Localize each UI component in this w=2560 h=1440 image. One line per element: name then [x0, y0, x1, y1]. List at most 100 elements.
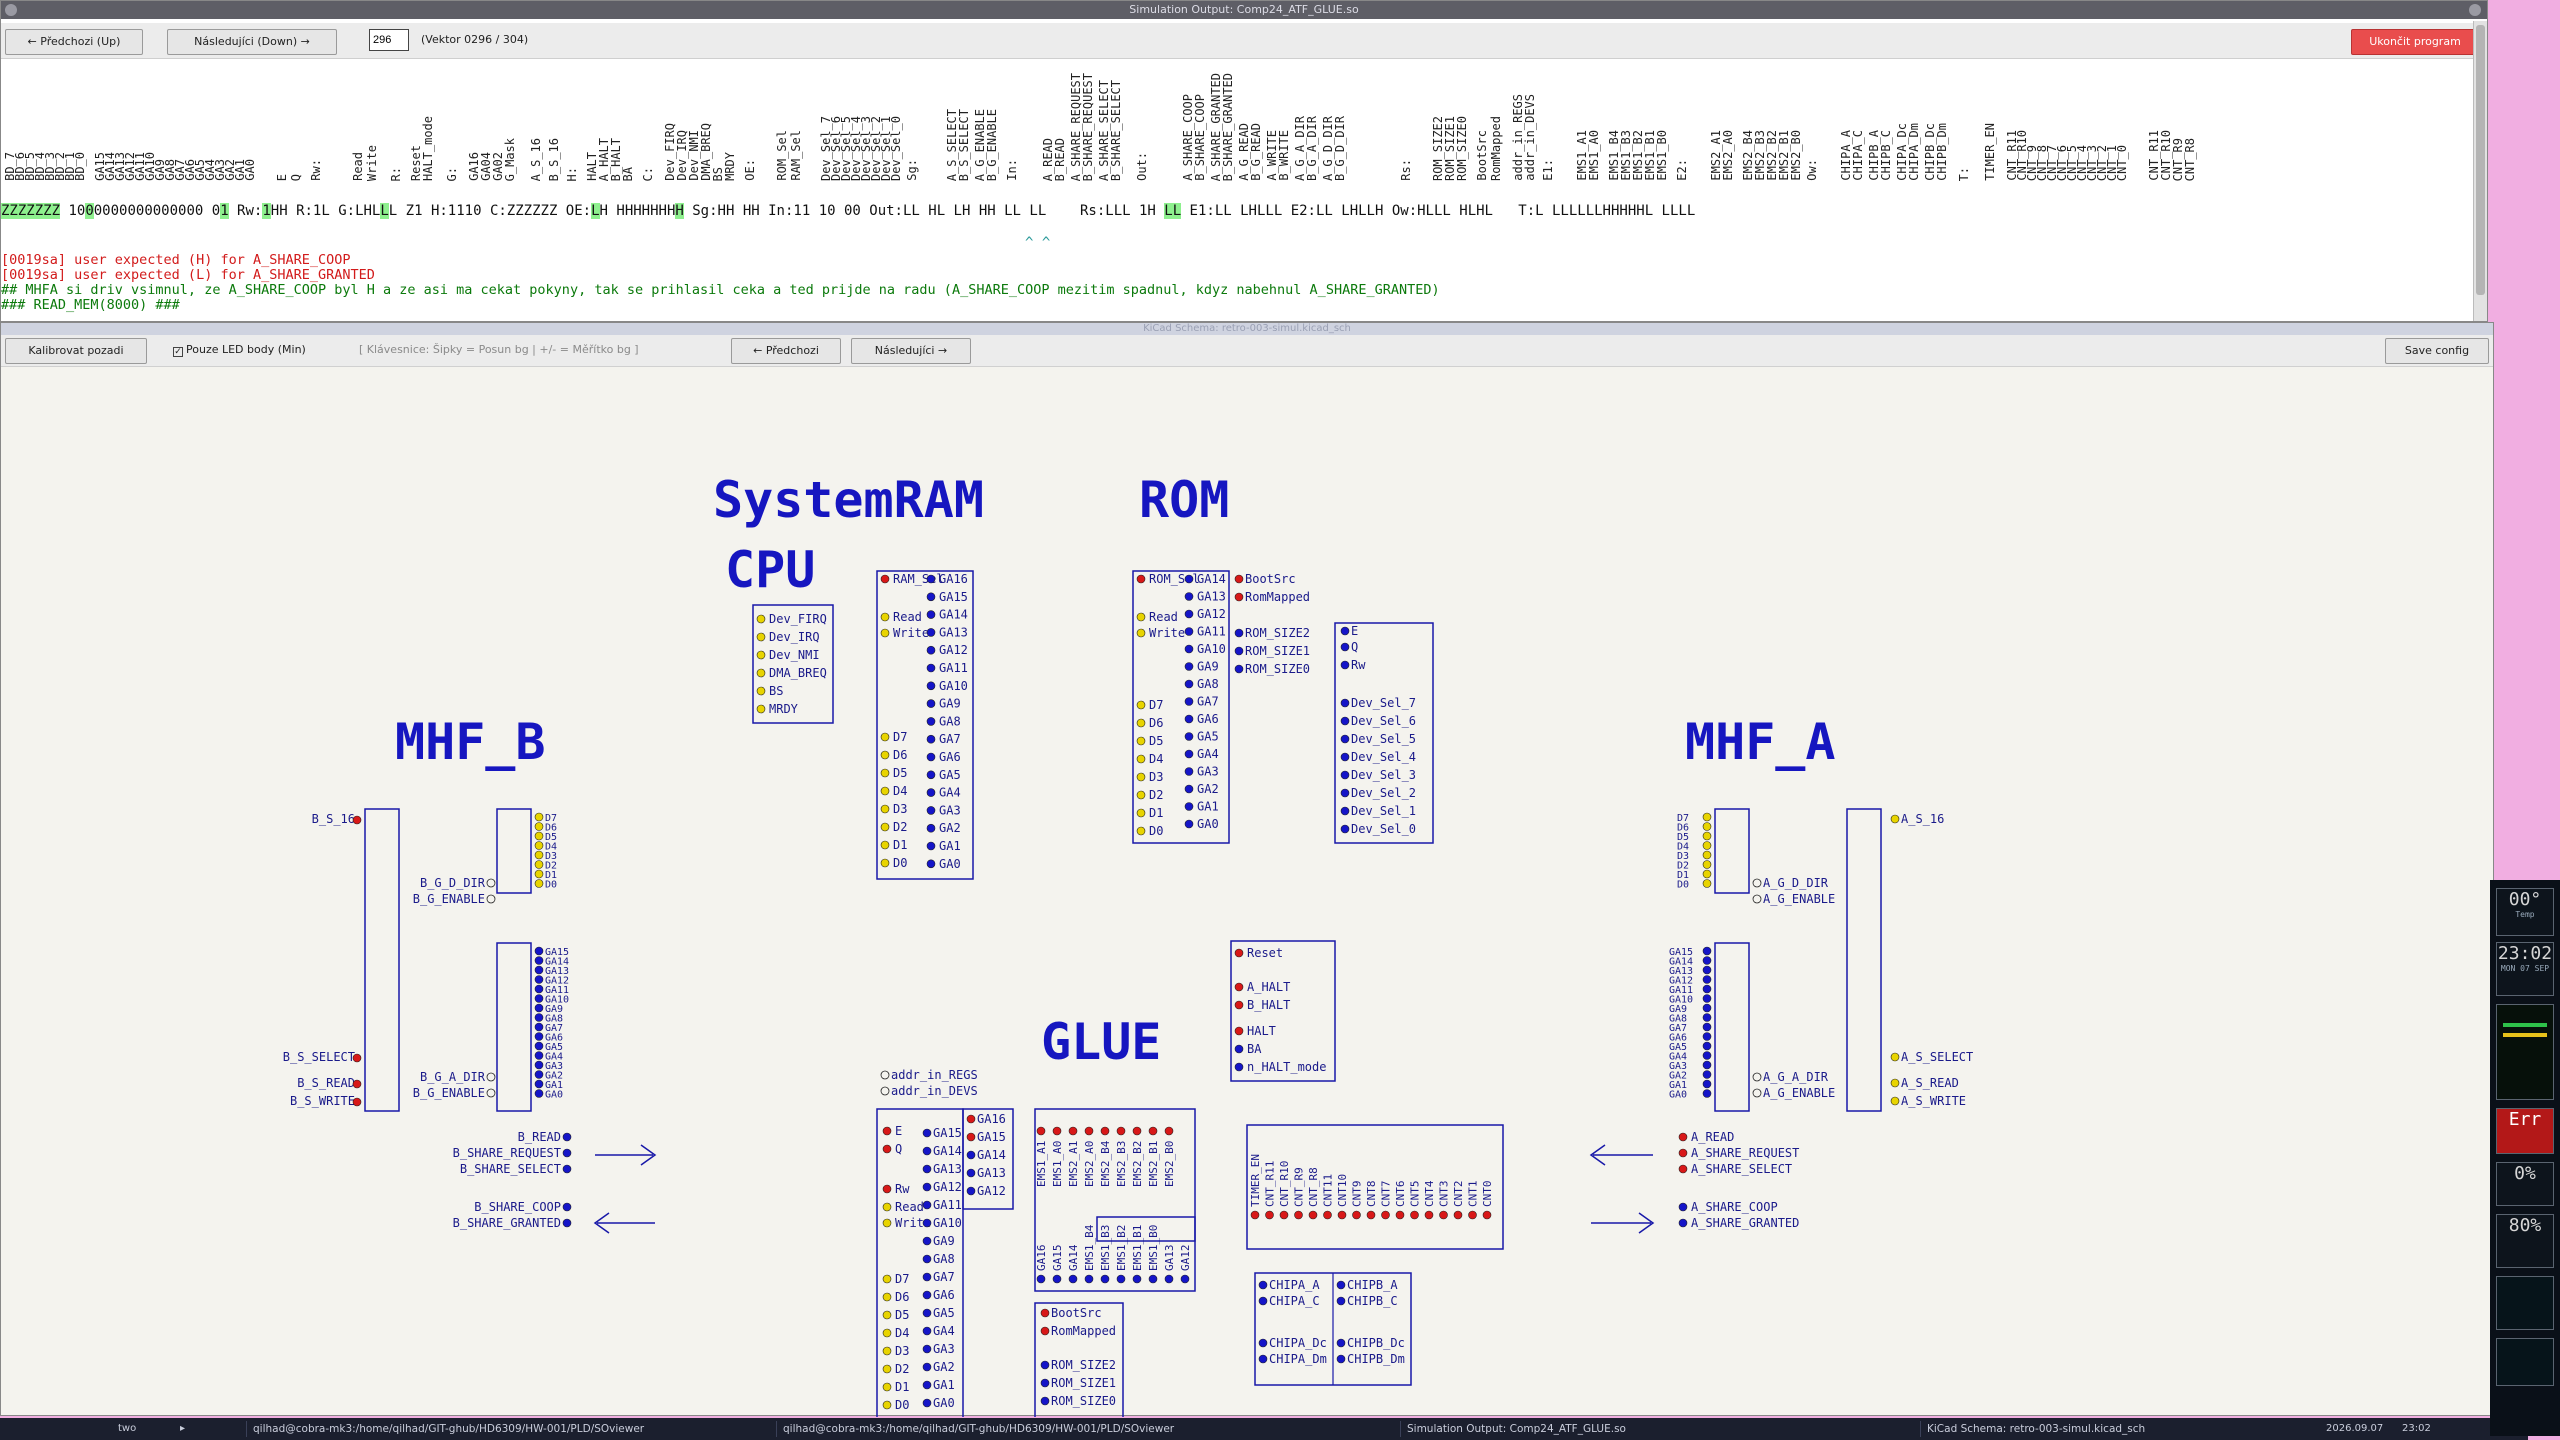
- pin-label: B_HALT: [1247, 998, 1290, 1012]
- led-indicator: [534, 1060, 544, 1070]
- pin-label: EMS1_A1: [1035, 1141, 1048, 1187]
- signal-label: B_G_D_DIR: [1333, 115, 1347, 181]
- workspace-next-icon[interactable]: ▸: [180, 1421, 185, 1437]
- led-indicator: [534, 975, 544, 984]
- led-indicator: [1702, 1022, 1712, 1032]
- signal-label: G_Mask: [503, 137, 517, 181]
- led-indicator: [1234, 628, 1244, 638]
- percent-widget-2[interactable]: 80%: [2496, 1214, 2554, 1268]
- network-widget-2[interactable]: [2496, 1338, 2554, 1386]
- signal-label: A_SHARE_GRANTED: [1209, 72, 1223, 181]
- window-menu-icon[interactable]: [5, 4, 17, 16]
- pin-label: GA14: [939, 608, 968, 622]
- task-terminal-2[interactable]: qilhad@cobra-mk3:/home/qilhad/GIT-ghub/H…: [776, 1421, 1256, 1437]
- pin-label: CNT6: [1394, 1181, 1407, 1208]
- vector-number-input[interactable]: [369, 29, 409, 51]
- led-indicator: [882, 1274, 892, 1284]
- kicad-next-button[interactable]: Následujíci →: [851, 338, 971, 364]
- led-indicator: [756, 614, 766, 624]
- led-indicator: [1336, 1296, 1346, 1306]
- led-indicator: [880, 858, 890, 868]
- task-terminal-1[interactable]: qilhad@cobra-mk3:/home/qilhad/GIT-ghub/H…: [246, 1421, 726, 1437]
- led-indicator: [1184, 574, 1194, 584]
- pin-label: A_READ: [1691, 1130, 1734, 1144]
- led-indicator: [1136, 736, 1146, 746]
- pin-label: CNT1: [1467, 1181, 1480, 1208]
- pin-label: A_SHARE_SELECT: [1691, 1162, 1792, 1176]
- workspace-indicator[interactable]: two: [118, 1421, 136, 1437]
- led-indicator: [966, 1132, 976, 1142]
- signal-label: addr_in_REGS: [1511, 94, 1525, 181]
- pin-label: D7: [1149, 698, 1163, 712]
- led-indicator: [1084, 1126, 1094, 1136]
- pin-label: CNT_R9: [1293, 1167, 1306, 1207]
- signal-label: R:: [389, 166, 403, 181]
- pin-label: B_READ: [518, 1130, 561, 1144]
- schematic-canvas[interactable]: SystemRAM ROM CPU MHF_B MHF_A GLUE Dev_FIRQ Dev…: [1, 367, 2495, 1417]
- led-indicator: [1678, 1218, 1688, 1228]
- signal-label: CHIPB_C: [1879, 130, 1893, 181]
- led-indicator: [882, 1382, 892, 1392]
- clock-widget[interactable]: 23:02 MON 07 SEP: [2496, 942, 2554, 996]
- pin-label: CHIPA_C: [1269, 1294, 1320, 1308]
- pin-label: BS: [769, 684, 783, 698]
- led-indicator: [966, 1114, 976, 1124]
- led-indicator: [1184, 697, 1194, 706]
- pin-label: GA10: [939, 679, 968, 693]
- pin-label: D5: [893, 766, 907, 780]
- task-kicad-schema[interactable]: KiCad Schema: retro-003-simul.kicad_sch: [1920, 1421, 2220, 1437]
- save-config-button[interactable]: Save config: [2385, 338, 2489, 364]
- task-simulation-output[interactable]: Simulation Output: Comp24_ATF_GLUE.so: [1400, 1421, 1660, 1437]
- kicad-prev-button[interactable]: ← Předchozi: [731, 338, 841, 364]
- led-indicator: [534, 946, 544, 956]
- pin-label: A_SHARE_REQUEST: [1691, 1146, 1799, 1160]
- quit-program-button[interactable]: Ukončit program: [2351, 29, 2479, 55]
- led-indicator: [1234, 1000, 1244, 1010]
- led-indicator: [1180, 1274, 1190, 1284]
- next-vector-button[interactable]: Následujíci (Down) →: [167, 29, 337, 55]
- pin-label: GA5: [933, 1306, 955, 1320]
- scrollbar-thumb[interactable]: [2476, 25, 2485, 295]
- signal-label: HALT: [585, 152, 599, 181]
- led-indicator: [1678, 1202, 1688, 1212]
- kicad-titlebar[interactable]: KiCad Schema: retro-003-simul.kicad_sch: [1, 323, 2493, 335]
- led-indicator: [534, 1041, 544, 1051]
- temperature-widget[interactable]: 00° Temp: [2496, 888, 2554, 936]
- pin-label: GA0: [1197, 817, 1219, 831]
- led-indicator: [926, 806, 936, 815]
- led-indicator: [1164, 1274, 1174, 1284]
- pin-label: GA7: [1197, 695, 1219, 709]
- signal-label: B_SHARE_SELECT: [1109, 79, 1123, 181]
- led-only-checkbox[interactable]: ✓ Pouze LED body (Min): [173, 343, 306, 357]
- led-indicator: [1340, 716, 1350, 726]
- prev-vector-button[interactable]: ← Předchozi (Up): [5, 29, 143, 55]
- pin-label: D7: [895, 1272, 909, 1286]
- signal-label: addr_in_DEVS: [1523, 94, 1537, 181]
- led-indicator: [1294, 1210, 1303, 1220]
- led-indicator: [562, 1218, 572, 1228]
- led-indicator: [880, 612, 890, 622]
- signal-label: HALT_mode: [421, 115, 435, 181]
- simulation-titlebar[interactable]: Simulation Output: Comp24_ATF_GLUE.so: [1, 1, 2487, 19]
- led-indicator: [882, 1328, 892, 1338]
- checkbox-check-icon[interactable]: ✓: [173, 347, 183, 357]
- calibrate-background-button[interactable]: Kalibrovat pozadi: [5, 338, 147, 364]
- pin-label: GA13: [933, 1162, 962, 1176]
- pin-label: GA12: [977, 1184, 1006, 1198]
- simulation-scrollbar[interactable]: [2473, 21, 2487, 321]
- percent-widget-1[interactable]: 0%: [2496, 1162, 2554, 1206]
- mhfb-addr-buffer: [496, 942, 532, 1112]
- pin-label: CHIPB_A: [1347, 1278, 1398, 1292]
- led-indicator: [1702, 1003, 1712, 1013]
- led-indicator: [1040, 1396, 1050, 1406]
- led-indicator: [1234, 1062, 1244, 1072]
- led-indicator: [534, 1089, 544, 1098]
- signal-values-row: ZZZZZZZ 1000000000000000 01 Rw:1HH R:1L …: [1, 203, 1695, 221]
- pin-marker: [1752, 1072, 1762, 1082]
- window-close-icon[interactable]: [2469, 4, 2481, 16]
- led-indicator: [534, 1070, 544, 1079]
- error-widget[interactable]: Err: [2496, 1108, 2554, 1154]
- network-widget[interactable]: [2496, 1276, 2554, 1330]
- pin-label: GA4: [1197, 747, 1219, 761]
- pin-label: CHIPA_A: [1269, 1278, 1320, 1292]
